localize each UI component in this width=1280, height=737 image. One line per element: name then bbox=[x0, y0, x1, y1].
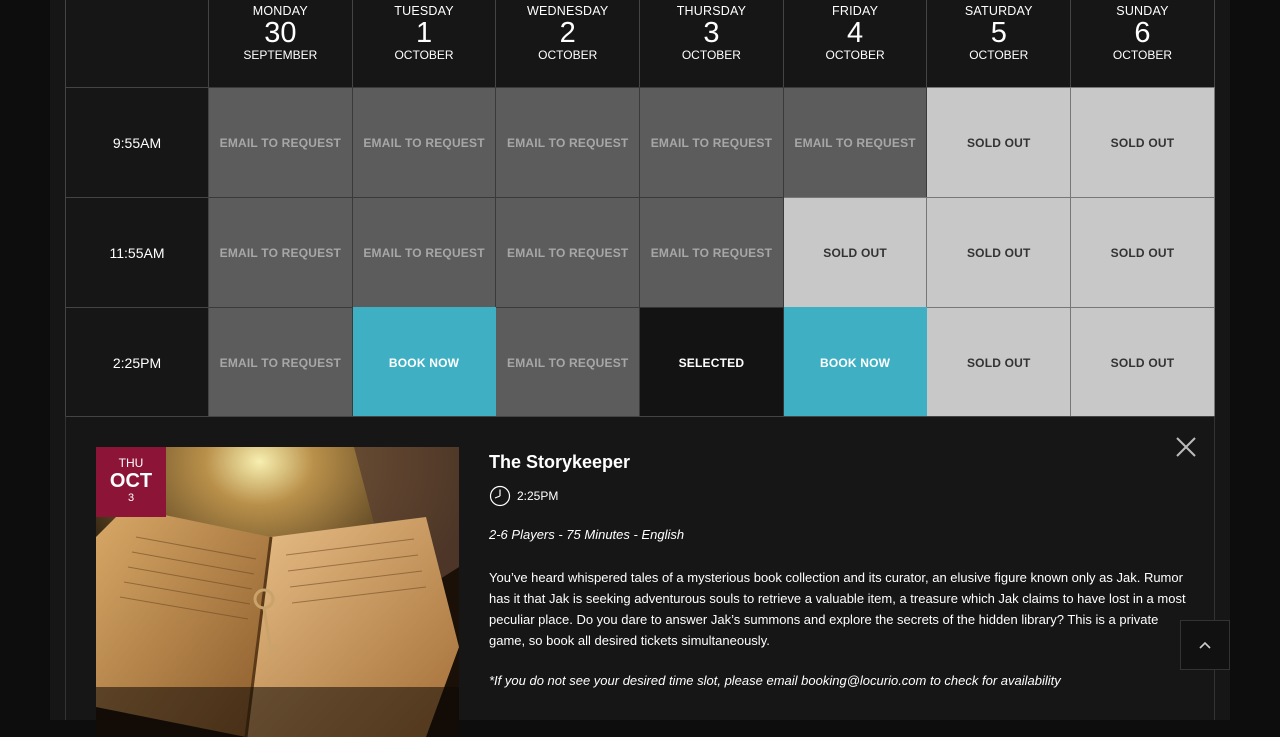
day-month: OCTOBER bbox=[681, 48, 741, 62]
chevron-up-icon bbox=[1199, 641, 1211, 649]
day-name: WEDNESDAY bbox=[526, 4, 609, 18]
day-number: 4 bbox=[847, 17, 864, 49]
slot-email-request[interactable]: EMAIL TO REQUEST bbox=[209, 87, 353, 197]
day-number: 2 bbox=[559, 17, 576, 49]
day-month: OCTOBER bbox=[394, 48, 454, 62]
time-row-1155am: 11:55AM EMAIL TO REQUEST EMAIL TO REQUES… bbox=[65, 197, 1215, 307]
slot-sold-out: SOLD OUT bbox=[927, 307, 1072, 417]
close-button[interactable] bbox=[1174, 435, 1198, 459]
time-label: 11:55AM bbox=[65, 197, 209, 307]
day-number: 3 bbox=[703, 17, 720, 49]
day-month: OCTOBER bbox=[1112, 48, 1173, 62]
day-month: OCTOBER bbox=[825, 48, 885, 62]
day-name: SATURDAY bbox=[964, 4, 1033, 18]
day-name: SUNDAY bbox=[1116, 4, 1169, 18]
day-header-sunday: SUNDAY 6 OCTOBER bbox=[1071, 0, 1215, 87]
day-header-friday: FRIDAY 4 OCTOBER bbox=[783, 0, 928, 87]
slot-email-request[interactable]: EMAIL TO REQUEST bbox=[783, 87, 928, 197]
game-meta: 2-6 Players - 75 Minutes - English bbox=[489, 527, 685, 542]
slot-email-request[interactable]: EMAIL TO REQUEST bbox=[209, 307, 353, 417]
day-header-thursday: THURSDAY 3 OCTOBER bbox=[640, 0, 784, 87]
slot-email-request[interactable]: EMAIL TO REQUEST bbox=[496, 307, 641, 417]
day-header-tuesday: TUESDAY 1 OCTOBER bbox=[352, 0, 497, 87]
day-header-wednesday: WEDNESDAY 2 OCTOBER bbox=[496, 0, 641, 87]
slot-sold-out: SOLD OUT bbox=[927, 197, 1072, 307]
day-name: MONDAY bbox=[252, 4, 308, 18]
slot-sold-out: SOLD OUT bbox=[1071, 307, 1215, 417]
day-header-row: MONDAY 30 SEPTEMBER TUESDAY 1 OCTOBER WE… bbox=[65, 0, 1215, 87]
date-badge: THU OCT 3 bbox=[96, 447, 166, 517]
time-label: 2:25PM bbox=[65, 307, 209, 417]
time-row-955am: 9:55AM EMAIL TO REQUEST EMAIL TO REQUEST… bbox=[65, 87, 1215, 197]
slot-sold-out: SOLD OUT bbox=[783, 197, 928, 307]
day-month: SEPTEMBER bbox=[243, 48, 318, 62]
slot-email-request[interactable]: EMAIL TO REQUEST bbox=[352, 197, 497, 307]
slot-sold-out: SOLD OUT bbox=[927, 87, 1072, 197]
game-time-label: 2:25PM bbox=[517, 489, 559, 503]
badge-day: THU bbox=[118, 456, 144, 470]
slot-email-request[interactable]: EMAIL TO REQUEST bbox=[209, 197, 353, 307]
game-image: THU OCT 3 bbox=[96, 447, 459, 737]
slot-book-now-button[interactable]: BOOK NOW bbox=[352, 307, 497, 417]
day-month: OCTOBER bbox=[538, 48, 598, 62]
day-header-saturday: SATURDAY 5 OCTOBER bbox=[927, 0, 1072, 87]
scroll-to-top-button[interactable] bbox=[1180, 620, 1230, 670]
badge-month: OCT bbox=[109, 470, 153, 492]
day-name: FRIDAY bbox=[832, 4, 879, 18]
time-label: 9:55AM bbox=[65, 87, 209, 197]
day-number: 30 bbox=[264, 17, 297, 49]
day-number: 6 bbox=[1134, 17, 1151, 49]
availability-note: *If you do not see your desired time slo… bbox=[489, 673, 1061, 688]
slot-email-request[interactable]: EMAIL TO REQUEST bbox=[496, 87, 641, 197]
game-title: The Storykeeper bbox=[489, 452, 631, 472]
time-row-225pm: 2:25PM EMAIL TO REQUEST BOOK NOW EMAIL T… bbox=[65, 307, 1215, 417]
game-description: You’ve heard whispered tales of a myster… bbox=[489, 570, 1186, 648]
page-container: MONDAY 30 SEPTEMBER TUESDAY 1 OCTOBER WE… bbox=[50, 0, 1230, 737]
day-number: 1 bbox=[415, 17, 433, 49]
slot-sold-out: SOLD OUT bbox=[1071, 197, 1215, 307]
slot-book-now-button[interactable]: BOOK NOW bbox=[783, 307, 928, 417]
schedule-grid: MONDAY 30 SEPTEMBER TUESDAY 1 OCTOBER WE… bbox=[65, 0, 1215, 417]
game-detail-panel: THU OCT 3 The Storykeeper 2:25PM 2-6 Pla… bbox=[65, 416, 1215, 737]
close-icon bbox=[1176, 437, 1196, 457]
day-header-monday: MONDAY 30 SEPTEMBER bbox=[209, 0, 353, 87]
slot-sold-out: SOLD OUT bbox=[1071, 87, 1215, 197]
day-name: THURSDAY bbox=[676, 4, 747, 18]
day-name: TUESDAY bbox=[394, 4, 454, 18]
badge-date: 3 bbox=[127, 492, 135, 504]
slot-email-request[interactable]: EMAIL TO REQUEST bbox=[640, 87, 784, 197]
day-month: OCTOBER bbox=[969, 48, 1029, 62]
slot-selected[interactable]: SELECTED bbox=[640, 307, 784, 417]
slot-email-request[interactable]: EMAIL TO REQUEST bbox=[640, 197, 784, 307]
header-corner bbox=[65, 0, 209, 87]
clock-icon bbox=[489, 485, 511, 507]
slot-email-request[interactable]: EMAIL TO REQUEST bbox=[352, 87, 497, 197]
day-number: 5 bbox=[990, 17, 1007, 49]
game-time: 2:25PM bbox=[489, 485, 558, 507]
slot-email-request[interactable]: EMAIL TO REQUEST bbox=[496, 197, 641, 307]
